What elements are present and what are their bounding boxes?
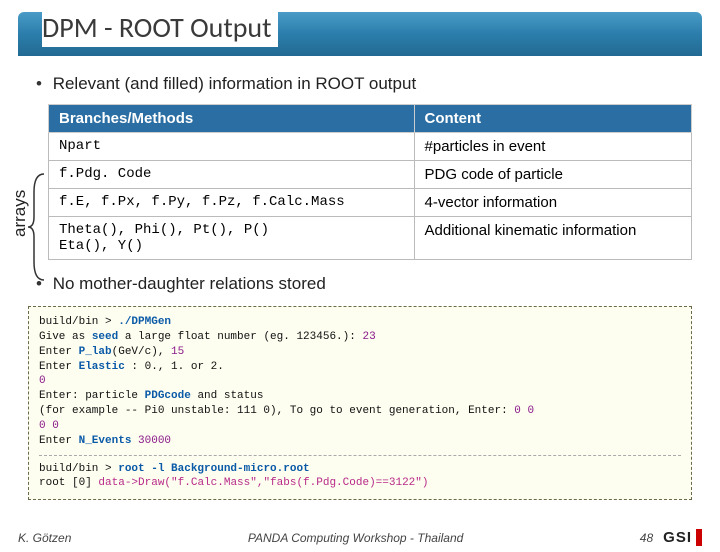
bullet-2: No mother-daughter relations stored (36, 274, 692, 294)
table-row: f.Pdg. Code PDG code of particle (49, 161, 692, 189)
footer-page: 48 (640, 531, 653, 545)
th-content: Content (414, 105, 691, 133)
cell-desc: PDG code of particle (414, 161, 691, 189)
slide-title: DPM - ROOT Output (42, 10, 278, 47)
content-area: Relevant (and filled) information in ROO… (0, 56, 720, 294)
code-line: build/bin > root -l Background-micro.roo… (39, 462, 681, 477)
cell-branch: f.E, f.Px, f.Py, f.Pz, f.Calc.Mass (49, 189, 415, 217)
code-line: 0 0 (39, 419, 681, 434)
brace-icon (28, 172, 46, 282)
title-bar: DPM - ROOT Output (18, 12, 702, 56)
code-line: (for example -- Pi0 unstable: 111 0), To… (39, 404, 681, 419)
footer-venue: PANDA Computing Workshop - Thailand (71, 531, 639, 545)
code-divider (39, 455, 681, 456)
footer: K. Götzen PANDA Computing Workshop - Tha… (0, 529, 720, 546)
bullet-1: Relevant (and filled) information in ROO… (36, 74, 692, 94)
code-line: build/bin > ./DPMGen (39, 315, 681, 330)
cell-branch: Theta(), Phi(), Pt(), P() Eta(), Y() (49, 217, 415, 260)
info-table: Branches/Methods Content Npart #particle… (48, 104, 692, 260)
code-box: build/bin > ./DPMGen Give as seed a larg… (28, 306, 692, 500)
table-row: Theta(), Phi(), Pt(), P() Eta(), Y() Add… (49, 217, 692, 260)
code-line: Enter Elastic : 0., 1. or 2. (39, 360, 681, 375)
arrays-label: arrays (10, 190, 30, 237)
code-line: 0 (39, 374, 681, 389)
code-line: root [0] data->Draw("f.Calc.Mass","fabs(… (39, 476, 681, 491)
cell-desc: Additional kinematic information (414, 217, 691, 260)
table-header-row: Branches/Methods Content (49, 105, 692, 133)
table-row: f.E, f.Px, f.Py, f.Pz, f.Calc.Mass 4-vec… (49, 189, 692, 217)
cell-branch: Npart (49, 133, 415, 161)
code-line: Enter N_Events 30000 (39, 434, 681, 449)
code-line: Give as seed a large float number (eg. 1… (39, 330, 681, 345)
code-line: Enter P_lab(GeV/c), 15 (39, 345, 681, 360)
table-row: Npart #particles in event (49, 133, 692, 161)
cell-branch: f.Pdg. Code (49, 161, 415, 189)
cell-desc: 4-vector information (414, 189, 691, 217)
th-branches: Branches/Methods (49, 105, 415, 133)
footer-author: K. Götzen (18, 531, 71, 545)
code-line: Enter: particle PDGcode and status (39, 389, 681, 404)
cell-desc: #particles in event (414, 133, 691, 161)
gsi-logo: GSI (663, 529, 702, 546)
